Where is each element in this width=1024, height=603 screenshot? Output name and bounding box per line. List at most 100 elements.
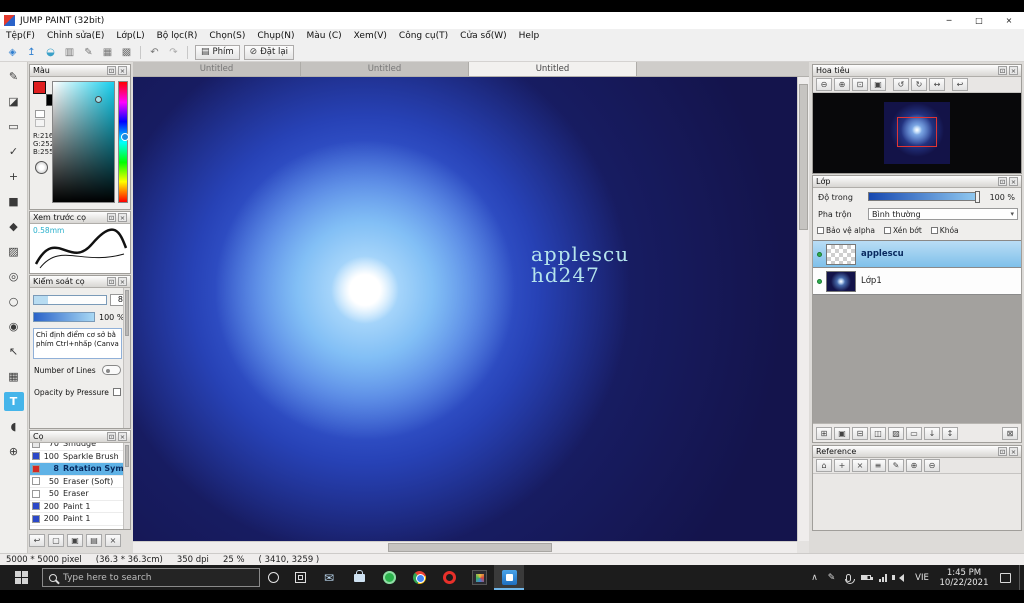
paint-app-icon[interactable] bbox=[464, 565, 494, 590]
eraser-tool[interactable]: ◪ bbox=[4, 92, 24, 111]
navigator-viewport-rect[interactable] bbox=[897, 117, 937, 147]
pen-tray-button[interactable]: ✎ bbox=[823, 565, 840, 590]
panel-close-icon[interactable]: × bbox=[118, 277, 127, 286]
protect-alpha-option[interactable]: Bảo vệ alpha bbox=[817, 226, 875, 235]
page-icon[interactable]: ▥ bbox=[61, 45, 78, 60]
panel-dock-icon[interactable]: ⊡ bbox=[107, 277, 116, 286]
export-icon[interactable]: ↥ bbox=[23, 45, 40, 60]
tray-expand-button[interactable]: ∧ bbox=[806, 565, 823, 590]
horizontal-scrollbar-thumb[interactable] bbox=[388, 543, 552, 552]
color-panel-header[interactable]: Màu ⊡ × bbox=[30, 65, 130, 77]
fit-view-icon[interactable]: ⊡ bbox=[852, 78, 868, 91]
shape-tool[interactable]: ■ bbox=[4, 192, 24, 211]
select-pen-tool[interactable]: ✓ bbox=[4, 142, 24, 161]
brush-list-header[interactable]: Cọ ⊡ × bbox=[30, 431, 130, 443]
lock-checkbox[interactable] bbox=[930, 227, 938, 234]
ref-zoom-in-icon[interactable]: ⊕ bbox=[906, 459, 922, 472]
rotate-left-icon[interactable]: ↺ bbox=[893, 78, 909, 91]
tab-untitled-2[interactable]: Untitled bbox=[301, 62, 469, 76]
new-canvas-icon[interactable]: ◈ bbox=[4, 45, 21, 60]
brush-row-eraser[interactable]: 50 Eraser bbox=[30, 488, 123, 501]
grid-tool[interactable]: ▦ bbox=[4, 367, 24, 386]
active-app-icon[interactable] bbox=[494, 565, 524, 590]
minimize-button[interactable]: ─ bbox=[934, 12, 964, 29]
duplicate-layer-icon[interactable]: ▣ bbox=[834, 426, 850, 440]
layer-folder-icon[interactable]: ▭ bbox=[906, 426, 922, 440]
zoom-tool[interactable]: ⊕ bbox=[4, 442, 24, 461]
brush-row-smudge[interactable]: 70 Smudge bbox=[30, 443, 123, 451]
panel-dock-icon[interactable]: ⊡ bbox=[998, 447, 1007, 456]
menu-view[interactable]: Xem(V) bbox=[348, 31, 393, 41]
layer-row-lop1[interactable]: Lớp1 bbox=[813, 268, 1021, 295]
tab-untitled-3[interactable]: Untitled bbox=[469, 62, 637, 76]
reset-view-icon[interactable]: ↩ bbox=[952, 78, 968, 91]
reference-header[interactable]: Reference ⊡ × bbox=[813, 446, 1021, 458]
operation-tool[interactable]: ↖ bbox=[4, 342, 24, 361]
flip-horizontal-icon[interactable]: ↔ bbox=[929, 78, 945, 91]
phim-button[interactable]: ▤ Phím bbox=[195, 44, 240, 60]
clipping-option[interactable]: Xén bớt bbox=[883, 226, 922, 235]
lock-option[interactable]: Khóa bbox=[930, 226, 959, 235]
move-tool[interactable]: + bbox=[4, 167, 24, 186]
hue-indicator[interactable] bbox=[121, 133, 129, 141]
navigator-header[interactable]: Hoa tiêu ⊡ × bbox=[813, 65, 1021, 77]
foreground-color-swatch[interactable] bbox=[33, 81, 46, 94]
brush-control-scrollbar[interactable] bbox=[123, 288, 130, 428]
menu-file[interactable]: Tệp(F) bbox=[0, 31, 41, 41]
material-icon[interactable]: ▩ bbox=[118, 45, 135, 60]
maximize-button[interactable]: □ bbox=[964, 12, 994, 29]
clear-icon[interactable]: × bbox=[852, 459, 868, 472]
new-brush-icon[interactable]: ▢ bbox=[48, 533, 64, 547]
menu-help[interactable]: Help bbox=[513, 31, 546, 41]
panel-dock-icon[interactable]: ⊡ bbox=[107, 66, 116, 75]
opacity-by-pressure-checkbox[interactable] bbox=[113, 388, 121, 396]
menu-color[interactable]: Màu (C) bbox=[301, 31, 348, 41]
panel-close-icon[interactable]: × bbox=[1009, 447, 1018, 456]
tab-untitled-1[interactable]: Untitled bbox=[133, 62, 301, 76]
number-of-lines-control[interactable] bbox=[102, 365, 121, 375]
ref-zoom-out-icon[interactable]: ⊖ bbox=[924, 459, 940, 472]
layer-visibility-toggle[interactable] bbox=[813, 251, 826, 257]
gradient-tool[interactable]: ▨ bbox=[4, 242, 24, 261]
panel-dock-icon[interactable]: ⊡ bbox=[998, 66, 1007, 75]
layer-row-applescu[interactable]: applescu bbox=[813, 241, 1021, 268]
brush-row-paint1b[interactable]: 200 Paint 1 bbox=[30, 513, 123, 526]
panel-dock-icon[interactable]: ⊡ bbox=[107, 432, 116, 441]
brush-row-rotation-symm[interactable]: 8 Rotation Symm bbox=[30, 463, 130, 476]
delete-layer-icon[interactable]: ⊠ bbox=[1002, 426, 1018, 440]
menu-icon[interactable]: ≡ bbox=[870, 459, 886, 472]
pick-icon[interactable]: ✎ bbox=[888, 459, 904, 472]
reset-button[interactable]: ⊘ Đặt lại bbox=[243, 44, 294, 60]
delete-brush-icon[interactable]: × bbox=[105, 533, 121, 547]
show-desktop-button[interactable] bbox=[1019, 565, 1024, 590]
new-layer-icon[interactable]: ⊞ bbox=[816, 426, 832, 440]
menu-capture[interactable]: Chụp(N) bbox=[251, 31, 300, 41]
layer-thumbnail[interactable] bbox=[826, 270, 856, 292]
brush-back-icon[interactable]: ↩ bbox=[29, 533, 45, 547]
layer-order-icon[interactable]: ↕ bbox=[942, 426, 958, 440]
close-button[interactable]: × bbox=[994, 12, 1024, 29]
transfer-layer-icon[interactable]: ⊟ bbox=[852, 426, 868, 440]
layer-tone-icon[interactable]: ▨ bbox=[888, 426, 904, 440]
menu-window[interactable]: Cửa sổ(W) bbox=[454, 31, 512, 41]
chrome-app-icon[interactable] bbox=[404, 565, 434, 590]
task-view-button[interactable] bbox=[287, 565, 314, 590]
lasso-tool[interactable]: ○ bbox=[4, 292, 24, 311]
brush-row-eraser-soft[interactable]: 50 Eraser (Soft) bbox=[30, 475, 123, 488]
brush-control-header[interactable]: Kiểm soát cọ ⊡ × bbox=[30, 276, 130, 288]
vertical-scrollbar-thumb[interactable] bbox=[799, 84, 808, 230]
pan-icon[interactable]: + bbox=[834, 459, 850, 472]
eyedropper-icon[interactable] bbox=[35, 161, 48, 174]
green-app-icon[interactable] bbox=[374, 565, 404, 590]
swatch-transparent[interactable] bbox=[35, 119, 45, 127]
panel-close-icon[interactable]: × bbox=[1009, 177, 1018, 186]
mic-tray-button[interactable] bbox=[840, 565, 857, 590]
brush-menu-icon[interactable]: ▤ bbox=[86, 533, 102, 547]
clipping-checkbox[interactable] bbox=[883, 227, 891, 234]
brush-row-paint1a[interactable]: 200 Paint 1 bbox=[30, 500, 123, 513]
actual-size-icon[interactable]: ▣ bbox=[870, 78, 886, 91]
zoom-in-icon[interactable]: ⊕ bbox=[834, 78, 850, 91]
brush-list-scrollbar[interactable] bbox=[123, 443, 130, 529]
blend-mode-select[interactable]: Bình thường ▾ bbox=[868, 208, 1018, 220]
panel-dock-icon[interactable]: ⊡ bbox=[107, 213, 116, 222]
